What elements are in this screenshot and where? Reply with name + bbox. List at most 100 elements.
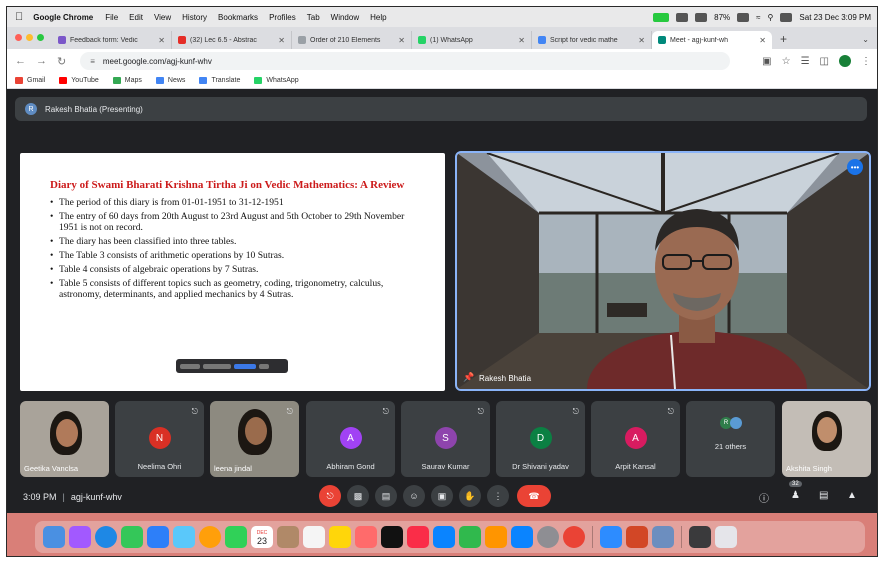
- tab-script-vedic[interactable]: Script for vedic mathe ✕: [532, 31, 652, 49]
- wifi-icon[interactable]: ≈: [756, 13, 760, 22]
- cast-icon[interactable]: ▣: [762, 56, 771, 67]
- menu-datetime[interactable]: Sat 23 Dec 3:09 PM: [799, 13, 871, 22]
- chat-icon[interactable]: ▤: [819, 490, 828, 501]
- reminders-icon[interactable]: [303, 526, 325, 548]
- control-icon[interactable]: [695, 12, 708, 22]
- system-settings-icon[interactable]: [537, 526, 559, 548]
- bookmark-news[interactable]: News: [155, 77, 185, 84]
- new-tab-button[interactable]: +: [780, 32, 787, 46]
- apple-icon[interactable]: : [15, 11, 23, 23]
- numbers-icon[interactable]: [459, 526, 481, 548]
- people-icon[interactable]: ♟: [791, 490, 800, 501]
- meeting-info-icon[interactable]: ⓘ: [759, 490, 769, 505]
- share-control[interactable]: [180, 363, 200, 369]
- menu-profiles[interactable]: Profiles: [269, 13, 296, 22]
- bookmark-whatsapp[interactable]: WhatsApp: [254, 77, 299, 84]
- tab-feedback-form[interactable]: Feedback form: Vedic ✕: [52, 31, 172, 49]
- participant-tile[interactable]: Geetika Vanclsa: [20, 401, 109, 477]
- maps-icon[interactable]: [173, 526, 195, 548]
- participant-tile[interactable]: ⎋ S Saurav Kumar: [401, 401, 490, 477]
- messages-icon[interactable]: [121, 526, 143, 548]
- tab-search-chevron-icon[interactable]: ⌄: [862, 35, 869, 44]
- site-info-icon[interactable]: ≡: [90, 57, 95, 66]
- bookmark-youtube[interactable]: YouTube: [59, 77, 99, 84]
- menu-tab[interactable]: Tab: [307, 13, 320, 22]
- tab-youtube-lecture[interactable]: (32) Lec 6.5 - Abstrac ✕: [172, 31, 292, 49]
- menu-view[interactable]: View: [154, 13, 171, 22]
- freeform-icon[interactable]: [355, 526, 377, 548]
- control-center-icon[interactable]: [780, 12, 793, 22]
- battery-percent[interactable]: 87%: [714, 13, 730, 22]
- share-control[interactable]: [203, 363, 231, 369]
- raise-hand-button[interactable]: ✋: [459, 485, 481, 507]
- cloud-icon[interactable]: [676, 12, 689, 22]
- more-options-button[interactable]: ⋮: [487, 485, 509, 507]
- reload-icon[interactable]: ↻: [57, 55, 66, 68]
- hide-control[interactable]: [259, 363, 269, 369]
- camera-toggle-button[interactable]: ▩: [347, 485, 369, 507]
- photos-icon[interactable]: [199, 526, 221, 548]
- keynote-icon[interactable]: [433, 526, 455, 548]
- captions-button[interactable]: ▤: [375, 485, 397, 507]
- tab-order-elements[interactable]: Order of 210 Elements ✕: [292, 31, 412, 49]
- tv-icon[interactable]: [381, 526, 403, 548]
- close-tab-icon[interactable]: ✕: [158, 36, 165, 45]
- camera-in-use-icon[interactable]: [653, 12, 670, 22]
- pages-icon[interactable]: [485, 526, 507, 548]
- leave-call-button[interactable]: ☎: [517, 485, 551, 507]
- launchpad-icon[interactable]: [69, 526, 91, 548]
- close-tab-icon[interactable]: ✕: [759, 36, 766, 45]
- music-icon[interactable]: [407, 526, 429, 548]
- others-tile[interactable]: R 21 others: [686, 401, 775, 477]
- extensions-icon[interactable]: ☰: [801, 56, 810, 67]
- menu-help[interactable]: Help: [370, 13, 386, 22]
- close-tab-icon[interactable]: ✕: [518, 36, 525, 45]
- bookmark-translate[interactable]: Translate: [199, 77, 240, 84]
- menu-history[interactable]: History: [182, 13, 207, 22]
- minimized-window-icon[interactable]: [689, 526, 711, 548]
- menu-file[interactable]: File: [105, 13, 118, 22]
- bookmark-maps[interactable]: Maps: [112, 77, 142, 84]
- bookmark-star-icon[interactable]: ☆: [782, 56, 791, 67]
- close-window-button[interactable]: [15, 34, 22, 41]
- mic-toggle-button[interactable]: ⎋: [319, 485, 341, 507]
- sidepanel-icon[interactable]: ◫: [820, 56, 829, 67]
- app-store-icon[interactable]: [511, 526, 533, 548]
- participant-tile[interactable]: Akshita Singh: [782, 401, 871, 477]
- tab-meet[interactable]: Meet - agj-kunf-wh ✕: [652, 31, 772, 49]
- emoji-reaction-button[interactable]: ☺: [403, 485, 425, 507]
- shared-slide[interactable]: Diary of Swami Bharati Krishna Tirtha Ji…: [20, 153, 445, 391]
- minimize-window-button[interactable]: [26, 34, 33, 41]
- safari-icon[interactable]: [95, 526, 117, 548]
- trash-icon[interactable]: [715, 526, 737, 548]
- menu-bookmarks[interactable]: Bookmarks: [218, 13, 258, 22]
- speaker-video-tile[interactable]: 📌 Rakesh Bhatia •••: [455, 151, 871, 391]
- stop-share-button[interactable]: [234, 363, 256, 369]
- close-tab-icon[interactable]: ✕: [398, 36, 405, 45]
- bookmark-gmail[interactable]: Gmail: [15, 77, 45, 84]
- contacts-icon[interactable]: [277, 526, 299, 548]
- back-arrow-icon[interactable]: ←: [15, 55, 26, 67]
- close-tab-icon[interactable]: ✕: [278, 36, 285, 45]
- profile-avatar[interactable]: [839, 55, 851, 67]
- menu-app-name[interactable]: Google Chrome: [33, 13, 93, 22]
- finder-icon[interactable]: [43, 526, 65, 548]
- participant-tile[interactable]: ⎋ A Abhiram Gond: [306, 401, 395, 477]
- powerpoint-icon[interactable]: [626, 526, 648, 548]
- forward-arrow-icon[interactable]: →: [36, 55, 47, 67]
- calendar-icon[interactable]: DEC 23: [251, 526, 273, 548]
- zoom-window-button[interactable]: [37, 34, 44, 41]
- participant-tile[interactable]: ⎋ A Arpit Kansal: [591, 401, 680, 477]
- menu-window[interactable]: Window: [331, 13, 359, 22]
- participant-tile[interactable]: ⎋ leena jindal: [210, 401, 299, 477]
- zoom-icon[interactable]: [600, 526, 622, 548]
- address-bar[interactable]: ≡ meet.google.com/agj-kunf-whv: [80, 52, 731, 70]
- document-icon[interactable]: [652, 526, 674, 548]
- notes-icon[interactable]: [329, 526, 351, 548]
- menu-edit[interactable]: Edit: [129, 13, 143, 22]
- present-screen-button[interactable]: ▣: [431, 485, 453, 507]
- participant-tile[interactable]: ⎋ D Dr Shivani yadav: [496, 401, 585, 477]
- battery-icon[interactable]: [737, 12, 750, 22]
- share-controls-bar[interactable]: [176, 359, 288, 373]
- tab-whatsapp[interactable]: (1) WhatsApp ✕: [412, 31, 532, 49]
